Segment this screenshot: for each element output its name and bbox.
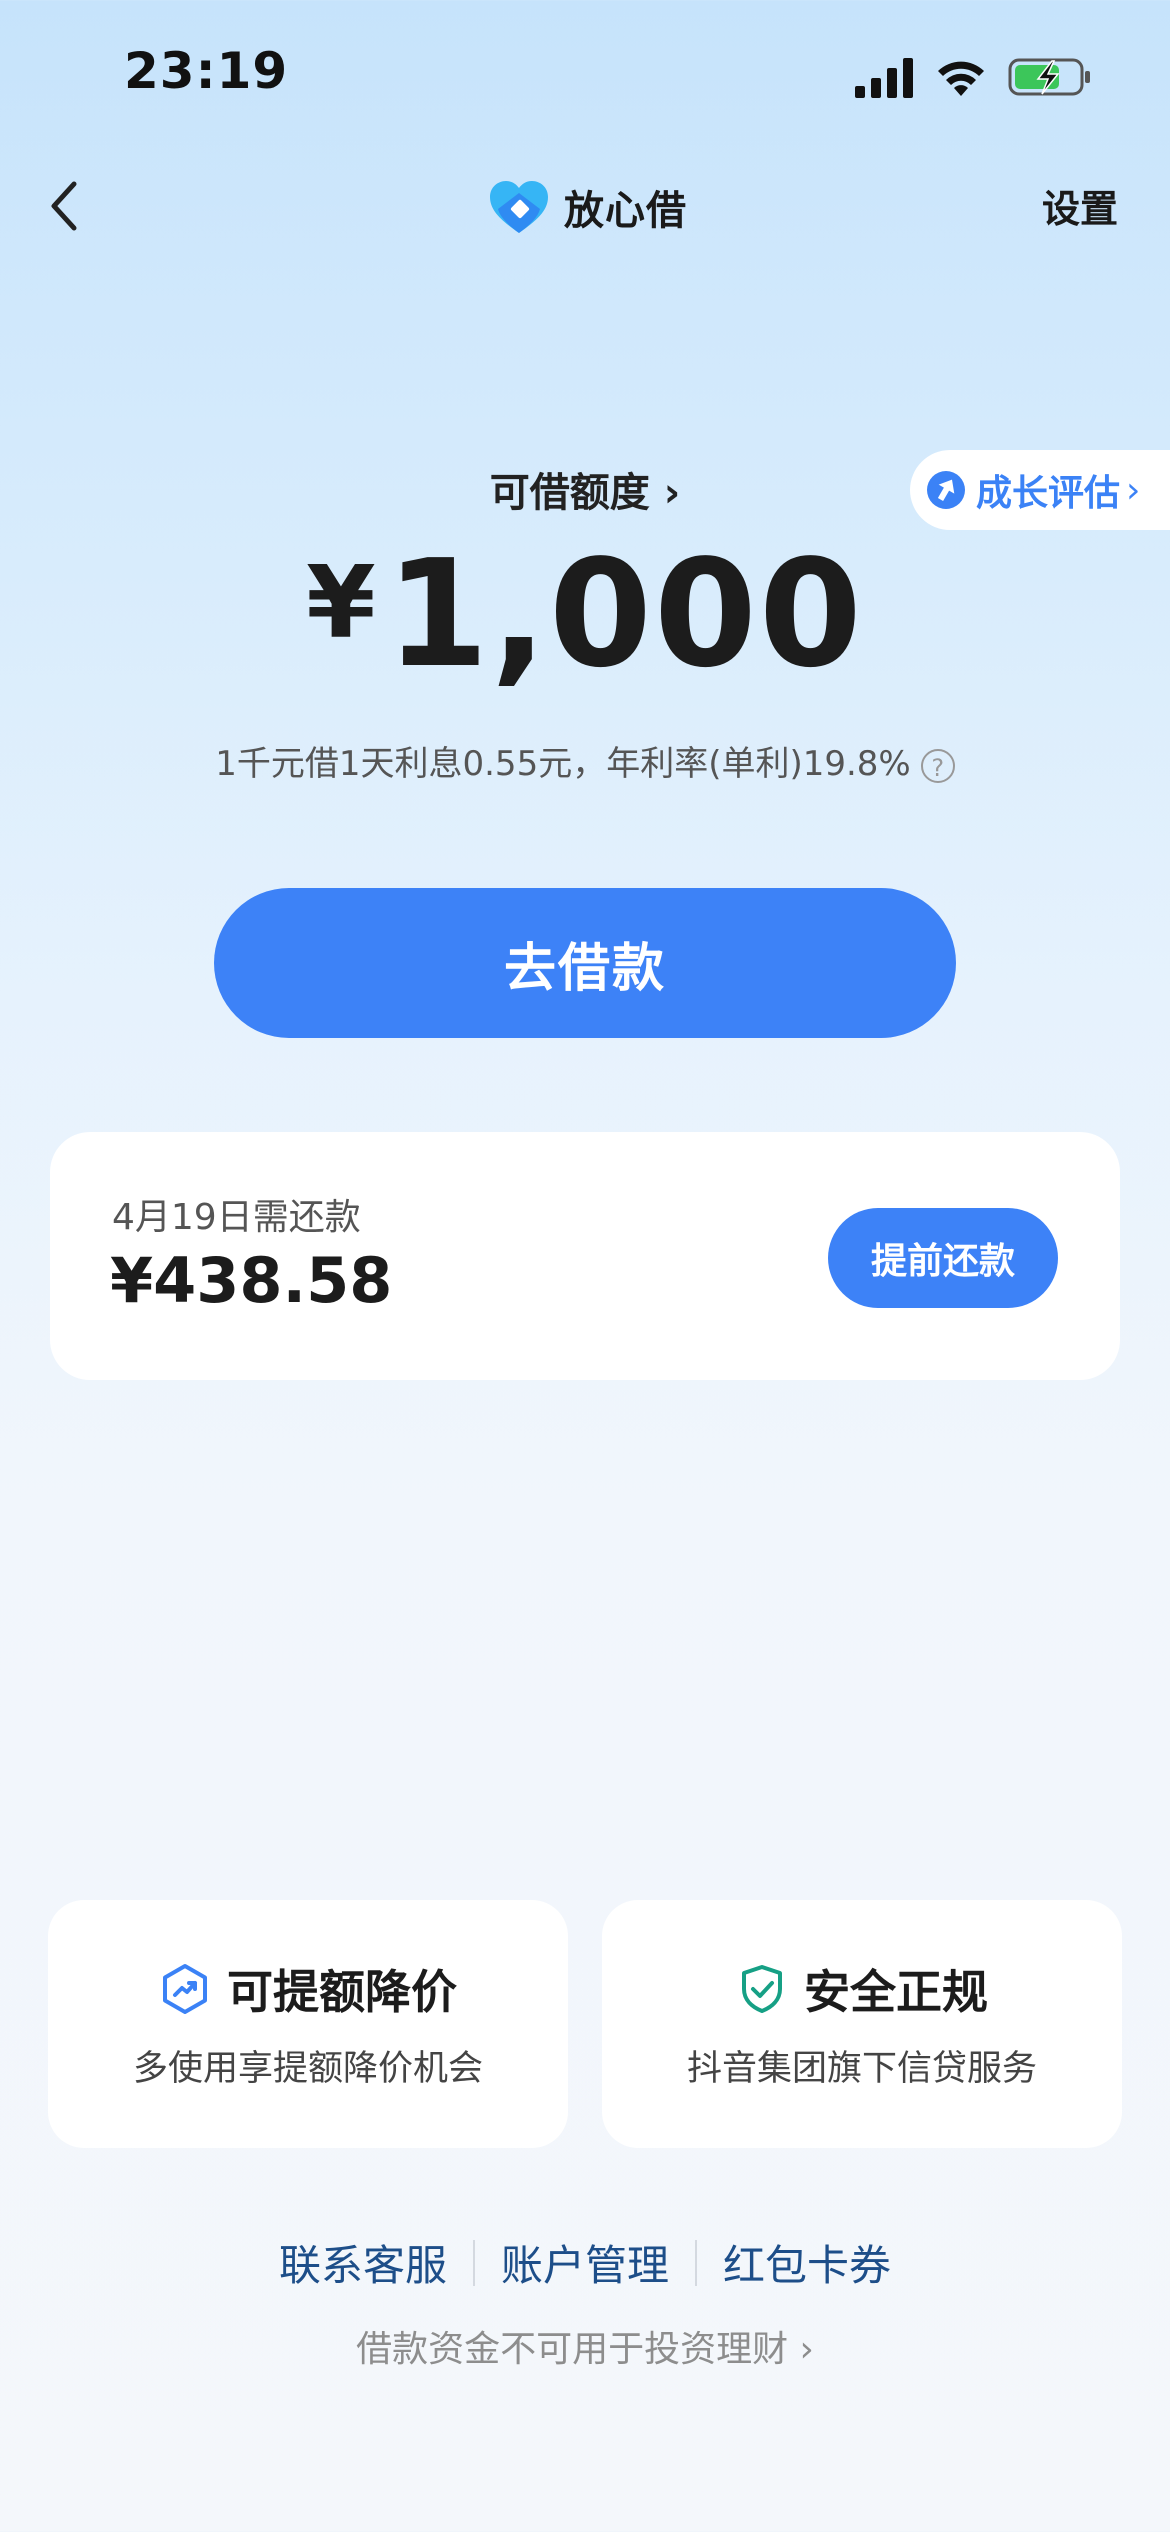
chevron-left-icon — [51, 181, 77, 231]
interest-rate-info: 1千元借1天利息0.55元，年利率(单利)19.8%? — [0, 736, 1170, 785]
customer-service-link[interactable]: 联系客服 — [253, 2232, 473, 2293]
back-button[interactable] — [40, 170, 100, 242]
shield-check-icon — [742, 1965, 782, 2013]
coupons-link[interactable]: 红包卡券 — [697, 2232, 917, 2293]
credit-limit-amount: ¥1,000 — [0, 540, 1170, 688]
brand: 放心借 — [488, 172, 687, 242]
credit-limit-label[interactable]: 可借额度 › — [0, 460, 1170, 518]
repayment-amount: ¥438.58 — [110, 1244, 393, 1317]
credit-amount-value: 1,000 — [385, 528, 864, 700]
heart-logo-icon — [490, 181, 548, 233]
investment-disclaimer[interactable]: 借款资金不可用于投资理财 › — [0, 2320, 1170, 2372]
interest-rate-text: 1千元借1天利息0.55元，年利率(单利)19.8% — [215, 744, 911, 784]
prepay-button[interactable]: 提前还款 — [828, 1208, 1058, 1308]
feature-subtitle: 多使用享提额降价机会 — [132, 2049, 483, 2089]
repayment-card: 4月19日需还款 ¥438.58 提前还款 — [50, 1132, 1120, 1380]
status-time: 23:19 — [124, 42, 289, 100]
feature-subtitle: 抖音集团旗下信贷服务 — [686, 2049, 1037, 2089]
borrow-button[interactable]: 去借款 — [214, 888, 956, 1038]
trend-up-hexagon-icon — [163, 1964, 207, 2014]
currency-symbol: ¥ — [306, 544, 378, 661]
cellular-signal-icon — [855, 58, 913, 98]
feature-card-limit-increase[interactable]: 可提额降价 多使用享提额降价机会 — [48, 1900, 568, 2148]
feature-title: 可提额降价 — [227, 1965, 457, 2019]
wifi-icon — [938, 61, 984, 96]
battery-charging-icon — [1008, 58, 1090, 96]
repayment-due-date: 4月19日需还款 — [112, 1197, 361, 1238]
footer-links: 联系客服 账户管理 红包卡券 — [0, 2232, 1170, 2293]
account-management-link[interactable]: 账户管理 — [475, 2232, 695, 2293]
help-icon[interactable]: ? — [920, 748, 955, 783]
settings-link[interactable]: 设置 — [1042, 178, 1118, 233]
feature-card-security[interactable]: 安全正规 抖音集团旗下信贷服务 — [602, 1900, 1122, 2148]
brand-name: 放心借 — [564, 188, 687, 234]
feature-title: 安全正规 — [804, 1965, 988, 2019]
